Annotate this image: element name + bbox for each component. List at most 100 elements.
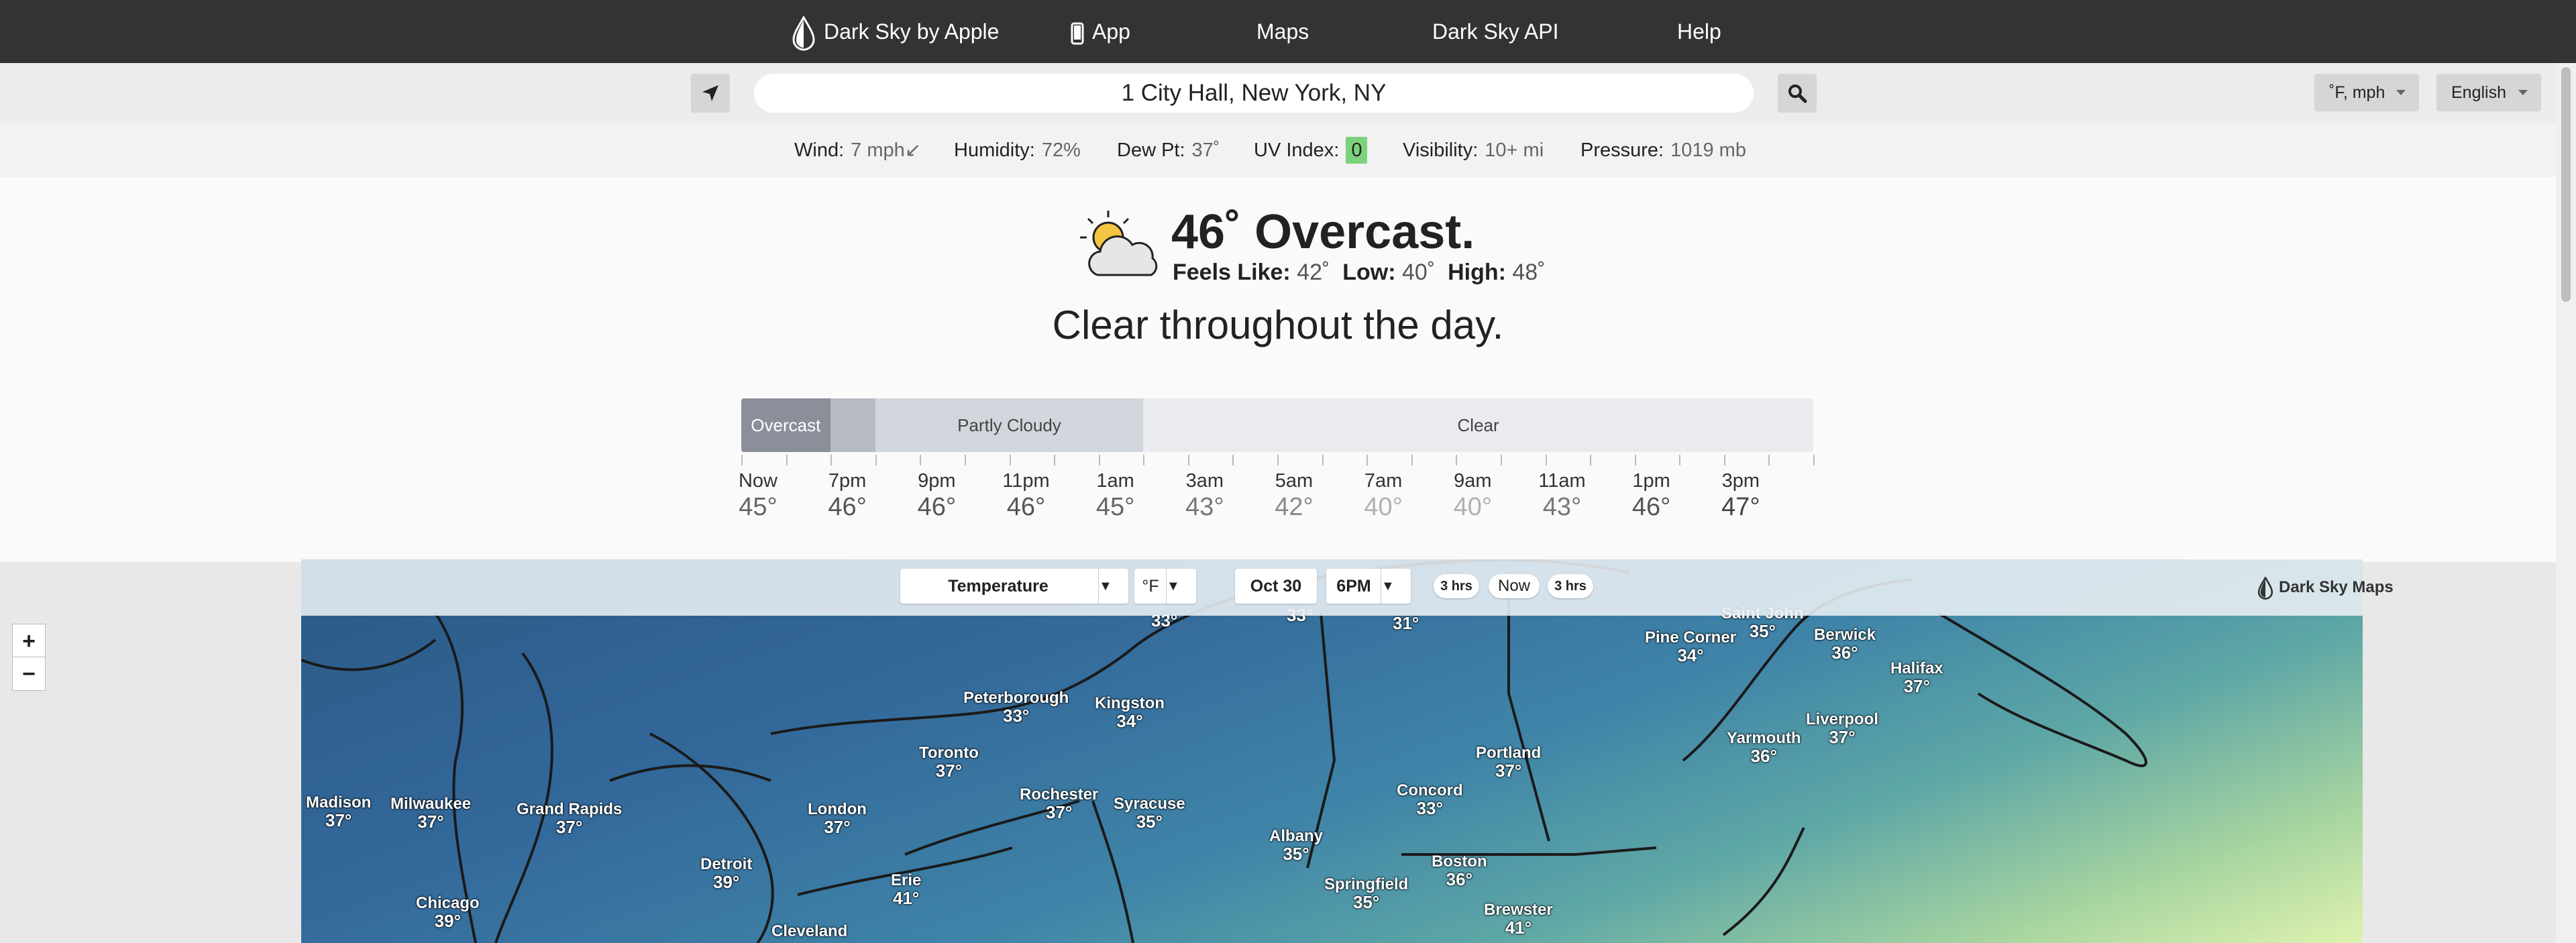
- timeline-tick: [1277, 455, 1279, 465]
- wind-value: 7 mph↙: [851, 140, 922, 161]
- nav-api-label: Dark Sky API: [1432, 19, 1559, 44]
- chevron-down-icon: [2396, 90, 2406, 95]
- low-value: 40˚: [1402, 260, 1436, 285]
- hourly-forecast-item[interactable]: 9am 40°: [1436, 469, 1509, 522]
- hourly-forecast-item[interactable]: 3pm 47°: [1704, 469, 1778, 522]
- hour-temperature: 46°: [1006, 493, 1046, 521]
- map-city-label[interactable]: Albany 35°: [1269, 828, 1323, 863]
- timeline-segment[interactable]: Overcast: [741, 398, 830, 452]
- current-conditions-strip: Wind: 7 mph↙ Humidity: 72% Dew Pt: 37˚ UV I…: [0, 123, 2556, 177]
- map-city-label[interactable]: Kingston 34°: [1095, 695, 1165, 730]
- map-zoom-controls: + −: [12, 624, 46, 691]
- map-city-label[interactable]: Halifax 37°: [1890, 660, 1943, 696]
- hour-temperature: 43°: [1185, 493, 1224, 521]
- map-city-label[interactable]: Peterborough 33°: [963, 689, 1069, 725]
- current-location-button[interactable]: [691, 74, 730, 113]
- hour-time: 1pm: [1632, 470, 1670, 492]
- map-city-label[interactable]: Madison 37°: [306, 794, 371, 830]
- hour-time: 7pm: [828, 470, 867, 492]
- hourly-forecast-item[interactable]: 9pm 46°: [900, 469, 973, 522]
- zoom-out-button[interactable]: −: [12, 657, 46, 691]
- nav-api-link[interactable]: Dark Sky API: [1432, 0, 1559, 63]
- map-time-select[interactable]: 6PM ▼: [1326, 569, 1411, 604]
- map-city-label[interactable]: Syracuse 35°: [1114, 795, 1185, 831]
- hour-time: 9pm: [918, 470, 956, 492]
- map-forward-3hrs-button[interactable]: 3 hrs: [1548, 574, 1593, 598]
- map-city-label[interactable]: Cleveland: [771, 923, 847, 940]
- map-layer-select[interactable]: Temperature ▼: [900, 569, 1128, 604]
- chevron-down-icon: [2518, 90, 2528, 95]
- current-headline: 46˚ Overcast.: [1171, 205, 1475, 259]
- hourly-timeline-bar[interactable]: Overcast Partly Cloudy Clear: [741, 398, 1813, 452]
- humidity-label: Humidity:: [954, 140, 1035, 161]
- hourly-forecast-item[interactable]: 1am 45°: [1079, 469, 1152, 522]
- page-scrollbar[interactable]: [2556, 63, 2576, 943]
- hour-time: 7am: [1364, 470, 1403, 492]
- timeline-segment[interactable]: [830, 398, 875, 452]
- scrollbar-thumb[interactable]: [2561, 67, 2571, 302]
- dew-point-stat: Dew Pt: 37˚: [1117, 123, 1220, 177]
- map-city-label[interactable]: Erie 41°: [891, 872, 921, 907]
- map-city-label[interactable]: Portland 37°: [1476, 744, 1541, 780]
- map-unit-select[interactable]: °F ▼: [1134, 569, 1196, 604]
- timeline-tick: [1634, 455, 1636, 465]
- map-city-label[interactable]: Grand Rapids 37°: [517, 801, 622, 836]
- map-layer-value: Temperature: [948, 577, 1049, 596]
- map-city-label[interactable]: Concord 33°: [1397, 782, 1463, 818]
- hour-time: Now: [738, 470, 777, 492]
- units-select[interactable]: ˚F, mph: [2314, 74, 2419, 111]
- map-date-button[interactable]: Oct 30: [1235, 569, 1317, 604]
- map-now-button[interactable]: Now: [1489, 574, 1540, 598]
- map-city-label[interactable]: Pine Corner 34°: [1645, 629, 1736, 665]
- hour-time: 1am: [1096, 470, 1134, 492]
- map-city-label[interactable]: Detroit 39°: [700, 856, 752, 891]
- timeline-segment[interactable]: Clear: [1143, 398, 1813, 452]
- timeline-tick: [1679, 455, 1681, 465]
- hour-temperature: 47°: [1721, 493, 1760, 521]
- map-city-label[interactable]: Berwick 36°: [1814, 626, 1876, 662]
- hourly-forecast-item[interactable]: 11am 43°: [1525, 469, 1599, 522]
- zoom-in-button[interactable]: +: [12, 624, 46, 657]
- nav-app-link[interactable]: App: [1071, 0, 1130, 63]
- dark-sky-maps-link[interactable]: Dark Sky Maps: [2257, 574, 2394, 601]
- search-input[interactable]: [754, 74, 1754, 113]
- timeline-tick: [1500, 455, 1502, 465]
- map-city-label[interactable]: 31°: [1393, 614, 1419, 632]
- map-city-label[interactable]: London 37°: [808, 801, 867, 836]
- map-city-label[interactable]: Liverpool 37°: [1806, 711, 1878, 746]
- nav-help-link[interactable]: Help: [1677, 0, 1721, 63]
- top-navigation: Dark Sky by Apple App Maps Dark Sky API …: [0, 0, 2576, 63]
- search-button[interactable]: [1778, 74, 1817, 113]
- map-city-label[interactable]: Yarmouth 36°: [1727, 730, 1801, 765]
- hourly-forecast-item[interactable]: Now 45°: [721, 469, 795, 522]
- humidity-stat: Humidity: 72%: [954, 123, 1081, 177]
- map-city-label[interactable]: Toronto 37°: [919, 744, 979, 780]
- visibility-label: Visibility:: [1403, 140, 1479, 161]
- humidity-value: 72%: [1041, 140, 1081, 161]
- nav-brand-link[interactable]: Dark Sky by Apple: [792, 0, 999, 63]
- map-city-label[interactable]: Boston 36°: [1432, 853, 1487, 889]
- timeline-tick: [1098, 455, 1100, 465]
- hourly-forecast-item[interactable]: 7pm 46°: [810, 469, 884, 522]
- nav-maps-link[interactable]: Maps: [1256, 0, 1309, 63]
- map-city-label[interactable]: Springfield 35°: [1324, 876, 1408, 911]
- dark-sky-logo-icon: [792, 15, 815, 50]
- map-city-label[interactable]: Milwaukee 37°: [390, 795, 471, 831]
- hourly-forecast-item[interactable]: 1pm 46°: [1615, 469, 1688, 522]
- hourly-forecast-item[interactable]: 11pm 46°: [989, 469, 1063, 522]
- timeline-tick: [1456, 455, 1458, 465]
- map-time-value: 6PM: [1336, 577, 1371, 596]
- map-back-3hrs-button[interactable]: 3 hrs: [1434, 574, 1479, 598]
- language-select[interactable]: English: [2436, 74, 2541, 111]
- map-city-label[interactable]: Chicago 39°: [416, 895, 480, 930]
- hour-temperature: 46°: [917, 493, 957, 521]
- hourly-forecast-item[interactable]: 5am 42°: [1257, 469, 1331, 522]
- map-city-label[interactable]: Brewster 41°: [1484, 901, 1553, 937]
- map-city-label[interactable]: Rochester 37°: [1020, 786, 1098, 822]
- hourly-forecast-item[interactable]: 7am 40°: [1346, 469, 1420, 522]
- hourly-forecast-item[interactable]: 3am 43°: [1168, 469, 1242, 522]
- timeline-segment[interactable]: Partly Cloudy: [875, 398, 1144, 452]
- partly-cloudy-icon: [1080, 211, 1158, 276]
- units-select-value: ˚F, mph: [2329, 83, 2385, 102]
- location-arrow-icon: [702, 85, 718, 101]
